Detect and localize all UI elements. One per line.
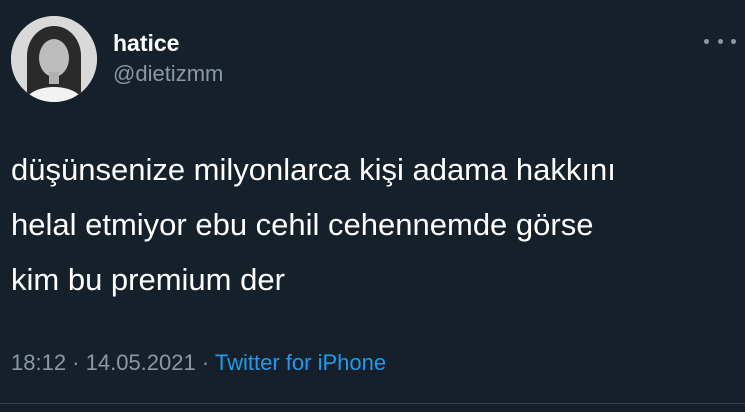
separator: · <box>195 350 215 375</box>
tweet-date[interactable]: 14.05.2021 <box>86 350 196 375</box>
tweet-source-link[interactable]: Twitter for iPhone <box>215 350 386 375</box>
tweet-text: düşünsenize milyonlarca kişi adama hakkı… <box>11 152 616 297</box>
more-options-icon[interactable] <box>704 34 736 48</box>
divider <box>0 403 745 404</box>
dot <box>731 38 736 44</box>
avatar[interactable] <box>11 16 97 102</box>
tweet-metadata: 18:12 · 14.05.2021 · Twitter for iPhone <box>11 350 386 376</box>
separator: · <box>66 350 86 375</box>
display-name[interactable]: hatice <box>113 30 179 56</box>
profile-photo <box>11 16 97 102</box>
dot <box>704 38 709 44</box>
dot <box>717 38 723 44</box>
user-handle[interactable]: @dietizmm <box>113 61 223 87</box>
tweet-card: hatice @dietizmm düşünsenize milyonlarca… <box>0 0 745 412</box>
tweet-time[interactable]: 18:12 <box>11 350 66 375</box>
